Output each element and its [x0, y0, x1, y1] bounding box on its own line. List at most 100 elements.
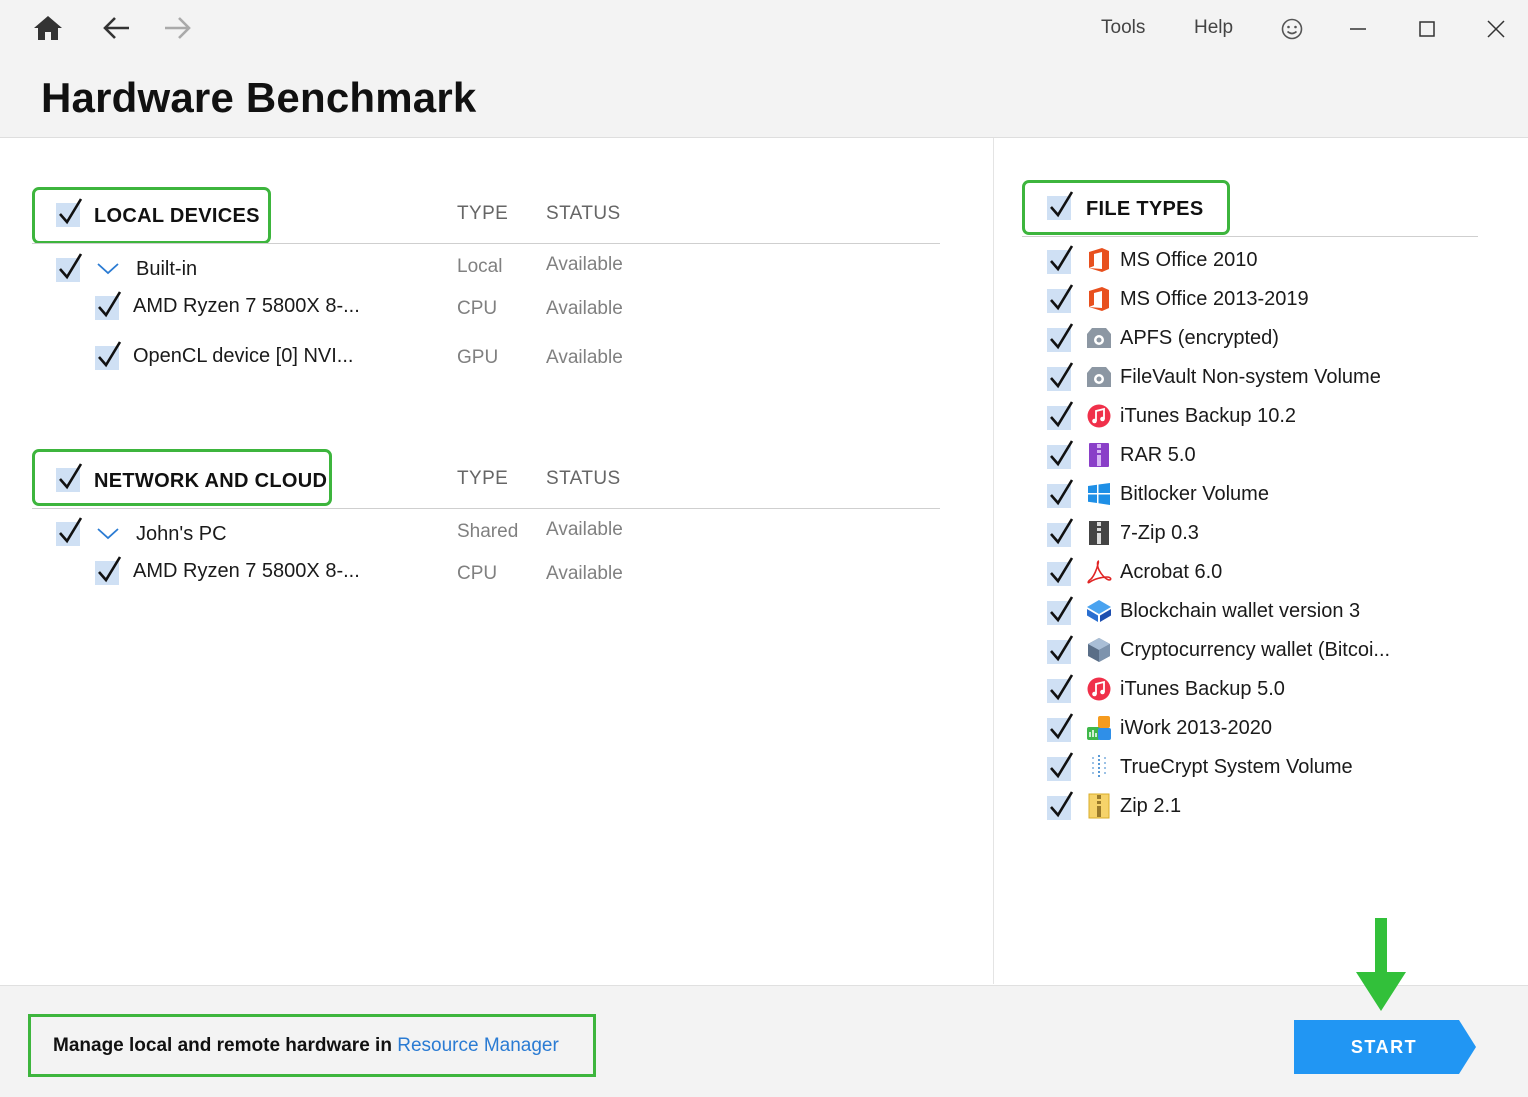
- resource-manager-link[interactable]: Resource Manager: [397, 1035, 559, 1056]
- checkmark-icon: [1050, 479, 1074, 506]
- local-devices-checkbox[interactable]: [56, 198, 83, 227]
- itunes-icon: [1086, 403, 1112, 429]
- devices-panel: LOCAL DEVICES TYPE STATUS Built-in Local…: [0, 138, 992, 984]
- device-status: Available: [546, 563, 623, 584]
- checkmark-icon: [1050, 518, 1074, 545]
- close-button[interactable]: [1478, 12, 1514, 46]
- file-types-checkbox[interactable]: [1047, 191, 1074, 220]
- checkmark-icon: [1050, 635, 1074, 662]
- device-type: CPU: [457, 563, 498, 584]
- forward-button[interactable]: [157, 10, 197, 46]
- file-type-checkbox[interactable]: [1047, 284, 1074, 313]
- maximize-icon: [1419, 21, 1435, 37]
- file-type-checkbox[interactable]: [1047, 245, 1074, 274]
- checkmark-icon: [1050, 713, 1074, 740]
- file-type-label: APFS (encrypted): [1120, 327, 1279, 349]
- start-button[interactable]: START: [1294, 1020, 1476, 1074]
- zip-icon: [1086, 793, 1112, 819]
- close-icon: [1487, 20, 1505, 38]
- device-name: OpenCL device [0] NVI...: [133, 345, 354, 367]
- file-type-checkbox[interactable]: [1047, 518, 1074, 547]
- menu-help[interactable]: Help: [1194, 17, 1233, 39]
- network-checkbox[interactable]: [56, 463, 83, 492]
- checkmark-icon: [98, 291, 122, 318]
- crypto-wallet-icon: [1086, 637, 1112, 663]
- group-name-built-in: Built-in: [136, 258, 198, 280]
- file-type-checkbox[interactable]: [1047, 674, 1074, 703]
- chevron-down-icon[interactable]: [96, 527, 120, 541]
- back-icon: [103, 17, 129, 39]
- maximize-button[interactable]: [1409, 12, 1445, 46]
- file-type-label: 7-Zip 0.3: [1120, 522, 1199, 544]
- file-type-label: FileVault Non-system Volume: [1120, 366, 1381, 388]
- truecrypt-icon: [1086, 754, 1112, 780]
- device-status: Available: [546, 254, 623, 275]
- device-status: Available: [546, 298, 623, 319]
- ms-office-icon: [1086, 247, 1112, 273]
- checkmark-icon: [98, 341, 122, 368]
- home-icon: [34, 16, 62, 40]
- forward-icon: [165, 17, 191, 39]
- status-column-header: STATUS: [546, 203, 621, 224]
- file-type-label: Acrobat 6.0: [1120, 561, 1223, 583]
- menu-tools[interactable]: Tools: [1101, 17, 1145, 39]
- checkmark-icon: [1050, 791, 1074, 818]
- disk-icon: [1086, 325, 1112, 351]
- file-type-checkbox[interactable]: [1047, 401, 1074, 430]
- divider: [32, 243, 940, 244]
- file-type-checkbox[interactable]: [1047, 362, 1074, 391]
- file-type-label: TrueCrypt System Volume: [1120, 756, 1353, 778]
- iwork-icon: [1086, 715, 1112, 741]
- arrow-down-icon: [1356, 918, 1406, 1011]
- group-name-johns-pc: John's PC: [136, 523, 227, 545]
- ms-office-icon: [1086, 286, 1112, 312]
- minimize-button[interactable]: [1340, 12, 1376, 46]
- group-checkbox-built-in[interactable]: [56, 253, 83, 282]
- device-name: AMD Ryzen 7 5800X 8-...: [133, 295, 360, 317]
- device-checkbox-cpu[interactable]: [95, 291, 122, 320]
- file-type-checkbox[interactable]: [1047, 635, 1074, 664]
- file-type-label: MS Office 2010: [1120, 249, 1258, 271]
- checkmark-icon: [98, 556, 122, 583]
- device-checkbox-remote-cpu[interactable]: [95, 556, 122, 585]
- checkmark-icon: [59, 198, 83, 225]
- file-type-label: Blockchain wallet version 3: [1120, 600, 1361, 622]
- itunes-icon: [1086, 676, 1112, 702]
- checkmark-icon: [1050, 557, 1074, 584]
- file-type-checkbox[interactable]: [1047, 440, 1074, 469]
- device-status: Available: [546, 519, 623, 540]
- file-type-checkbox[interactable]: [1047, 323, 1074, 352]
- checkmark-icon: [59, 517, 83, 544]
- device-name: AMD Ryzen 7 5800X 8-...: [133, 560, 360, 582]
- start-label: START: [1350, 1037, 1418, 1057]
- manage-hardware-label: Manage local and remote hardware in: [53, 1035, 392, 1056]
- status-column-header: STATUS: [546, 468, 621, 489]
- chevron-down-icon[interactable]: [96, 262, 120, 276]
- network-title: NETWORK AND CLOUD: [94, 470, 328, 492]
- type-column-header: TYPE: [457, 203, 509, 224]
- home-button[interactable]: [28, 10, 68, 46]
- checkmark-icon: [1050, 401, 1074, 428]
- file-type-label: Bitlocker Volume: [1120, 483, 1269, 505]
- file-type-checkbox[interactable]: [1047, 596, 1074, 625]
- file-type-label: iWork 2013-2020: [1120, 717, 1272, 739]
- device-checkbox-gpu[interactable]: [95, 341, 122, 370]
- checkmark-icon: [1050, 440, 1074, 467]
- file-type-label: RAR 5.0: [1120, 444, 1196, 466]
- file-type-checkbox[interactable]: [1047, 791, 1074, 820]
- back-button[interactable]: [97, 10, 137, 46]
- file-type-checkbox[interactable]: [1047, 479, 1074, 508]
- device-type: Local: [457, 256, 503, 277]
- file-type-label: iTunes Backup 10.2: [1120, 405, 1297, 427]
- 7zip-icon: [1086, 520, 1112, 546]
- checkmark-icon: [1050, 752, 1074, 779]
- group-checkbox-johns-pc[interactable]: [56, 517, 83, 546]
- checkmark-icon: [1050, 284, 1074, 311]
- feedback-button[interactable]: [1274, 12, 1310, 46]
- file-type-checkbox[interactable]: [1047, 713, 1074, 742]
- windows-icon: [1086, 481, 1112, 507]
- checkmark-icon: [1050, 674, 1074, 701]
- file-type-checkbox[interactable]: [1047, 752, 1074, 781]
- file-type-checkbox[interactable]: [1047, 557, 1074, 586]
- divider: [1022, 236, 1478, 237]
